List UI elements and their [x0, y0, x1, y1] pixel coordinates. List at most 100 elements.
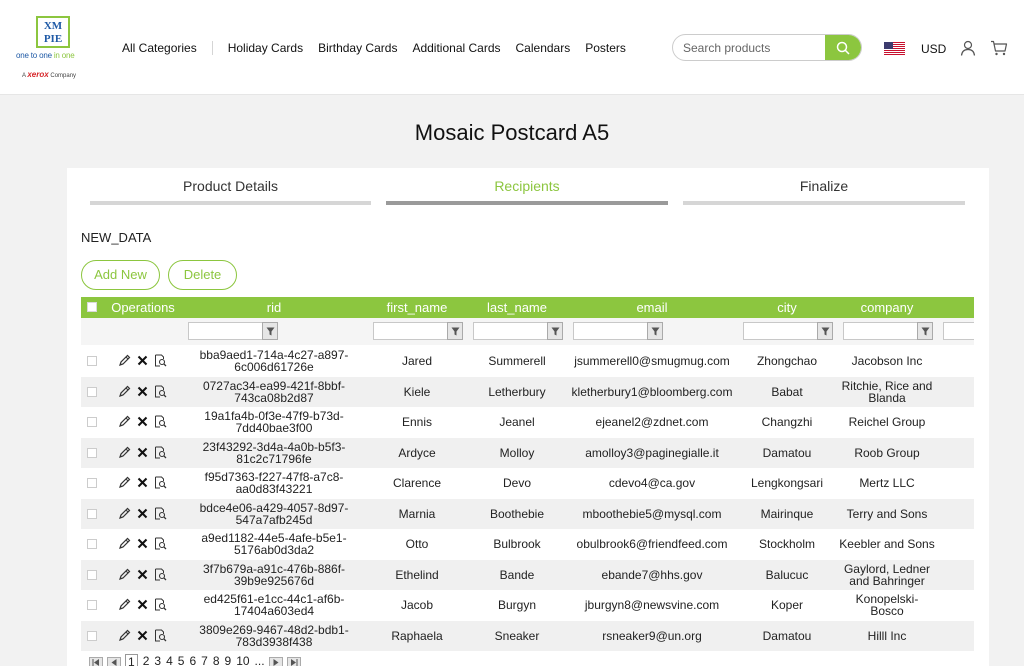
table-row[interactable]: 23f43292-3d4a-4a0b-b5f3-81c2c71796fe Ardy…	[81, 437, 974, 468]
user-icon[interactable]	[960, 40, 976, 56]
view-details-icon[interactable]	[154, 598, 167, 611]
view-details-icon[interactable]	[154, 354, 167, 367]
row-checkbox[interactable]	[87, 478, 97, 488]
edit-pencil-icon[interactable]	[118, 354, 131, 367]
delete-x-icon[interactable]	[136, 354, 149, 367]
search-button[interactable]	[825, 35, 861, 60]
view-details-icon[interactable]	[154, 629, 167, 642]
filter-last-name[interactable]	[473, 322, 563, 340]
nav-additional-cards[interactable]: Additional Cards	[412, 41, 500, 55]
delete-x-icon[interactable]	[136, 476, 149, 489]
edit-pencil-icon[interactable]	[118, 568, 131, 581]
table-row[interactable]: ed425f61-e1cc-44c1-af6b-17404a603ed4 Jaco…	[81, 590, 974, 621]
row-checkbox[interactable]	[87, 386, 97, 397]
delete-x-icon[interactable]	[136, 537, 149, 550]
table-row[interactable]: 19a1fa4b-0f3e-47f9-b73d-7dd40bae3f00 Enni…	[81, 407, 974, 438]
select-all-checkbox[interactable]	[87, 302, 97, 312]
page-number[interactable]: 8	[213, 654, 220, 666]
filter-email[interactable]	[573, 322, 663, 340]
nav-birthday-cards[interactable]: Birthday Cards	[318, 41, 397, 55]
table-row[interactable]: a9ed1182-44e5-4afe-b5e1-5176ab0d3da2 Otto…	[81, 529, 974, 560]
view-details-icon[interactable]	[154, 507, 167, 520]
table-row[interactable]: 3809e269-9467-48d2-bdb1-783d3938f438 Raph…	[81, 620, 974, 651]
last-page-button[interactable]	[286, 656, 301, 666]
delete-x-icon[interactable]	[136, 446, 149, 459]
step-finalize[interactable]: Finalize	[683, 168, 965, 208]
next-page-button[interactable]	[268, 656, 283, 666]
row-checkbox[interactable]	[87, 356, 97, 366]
prev-page-button[interactable]	[107, 656, 121, 666]
page-number[interactable]: 5	[178, 654, 185, 666]
page-number[interactable]: 7	[201, 654, 208, 666]
view-details-icon[interactable]	[154, 537, 167, 550]
delete-x-icon[interactable]	[136, 507, 149, 520]
filter-next-column[interactable]	[943, 322, 974, 340]
table-row[interactable]: 3f7b679a-a91c-476b-886f-39b9e925676d Ethe…	[81, 559, 974, 590]
page-number[interactable]: 9	[225, 654, 232, 666]
step-product-details[interactable]: Product Details	[90, 168, 371, 208]
filter-button[interactable]	[817, 322, 833, 340]
page-number[interactable]: 1	[125, 654, 138, 666]
row-checkbox[interactable]	[87, 569, 97, 580]
row-checkbox[interactable]	[87, 508, 97, 519]
col-company[interactable]: company	[839, 297, 935, 318]
cart-icon[interactable]	[990, 40, 1008, 56]
filter-button[interactable]	[547, 322, 563, 340]
view-details-icon[interactable]	[154, 476, 167, 489]
delete-x-icon[interactable]	[136, 598, 149, 611]
page-number[interactable]: 10	[236, 654, 249, 666]
view-details-icon[interactable]	[154, 568, 167, 581]
col-last-name[interactable]: last_name	[469, 297, 565, 318]
edit-pencil-icon[interactable]	[118, 629, 131, 642]
delete-x-icon[interactable]	[136, 415, 149, 428]
edit-pencil-icon[interactable]	[118, 507, 131, 520]
page-number[interactable]: 4	[166, 654, 173, 666]
filter-button[interactable]	[262, 322, 278, 340]
table-row[interactable]: f95d7363-f227-47f8-a7c8-aa0d83f43221 Clar…	[81, 468, 974, 499]
nav-all-categories[interactable]: All Categories	[122, 41, 213, 55]
page-number[interactable]: 3	[154, 654, 161, 666]
table-row[interactable]: bba9aed1-714a-4c27-a897-6c006d61726e Jare…	[81, 346, 974, 377]
row-checkbox[interactable]	[87, 539, 97, 549]
table-row[interactable]: bdce4e06-a429-4057-8d97-547a7afb245d Marn…	[81, 498, 974, 529]
step-recipients[interactable]: Recipients	[386, 168, 668, 208]
page-number[interactable]: ...	[255, 654, 265, 666]
delete-button[interactable]: Delete	[168, 260, 237, 290]
currency-selector[interactable]: USD	[921, 42, 946, 56]
add-new-button[interactable]: Add New	[81, 260, 160, 290]
edit-pencil-icon[interactable]	[118, 446, 131, 459]
col-email[interactable]: email	[569, 297, 735, 318]
col-operations[interactable]: Operations	[97, 297, 189, 318]
filter-button[interactable]	[647, 322, 663, 340]
filter-button[interactable]	[447, 322, 463, 340]
row-checkbox[interactable]	[87, 600, 97, 610]
row-checkbox[interactable]	[87, 417, 97, 427]
delete-x-icon[interactable]	[136, 629, 149, 642]
nav-posters[interactable]: Posters	[585, 41, 626, 55]
filter-first-name[interactable]	[373, 322, 463, 340]
col-first-name[interactable]: first_name	[369, 297, 465, 318]
edit-pencil-icon[interactable]	[118, 598, 131, 611]
view-details-icon[interactable]	[154, 446, 167, 459]
filter-city[interactable]	[743, 322, 833, 340]
page-number[interactable]: 2	[143, 654, 150, 666]
delete-x-icon[interactable]	[136, 568, 149, 581]
nav-holiday-cards[interactable]: Holiday Cards	[228, 41, 303, 55]
edit-pencil-icon[interactable]	[118, 415, 131, 428]
edit-pencil-icon[interactable]	[118, 385, 131, 398]
filter-company[interactable]	[843, 322, 933, 340]
us-flag-icon[interactable]	[884, 42, 905, 55]
edit-pencil-icon[interactable]	[118, 476, 131, 489]
delete-x-icon[interactable]	[136, 385, 149, 398]
search-input[interactable]	[673, 35, 827, 60]
xmpie-logo[interactable]: XM PIE one to one in one A xerox Company	[14, 14, 94, 82]
page-number[interactable]: 6	[189, 654, 196, 666]
view-details-icon[interactable]	[154, 415, 167, 428]
row-checkbox[interactable]	[87, 447, 97, 458]
col-city[interactable]: city	[739, 297, 835, 318]
filter-button[interactable]	[917, 322, 933, 340]
filter-rid[interactable]	[188, 322, 278, 340]
col-rid[interactable]: rid	[189, 297, 359, 318]
view-details-icon[interactable]	[154, 385, 167, 398]
first-page-button[interactable]	[89, 656, 103, 666]
